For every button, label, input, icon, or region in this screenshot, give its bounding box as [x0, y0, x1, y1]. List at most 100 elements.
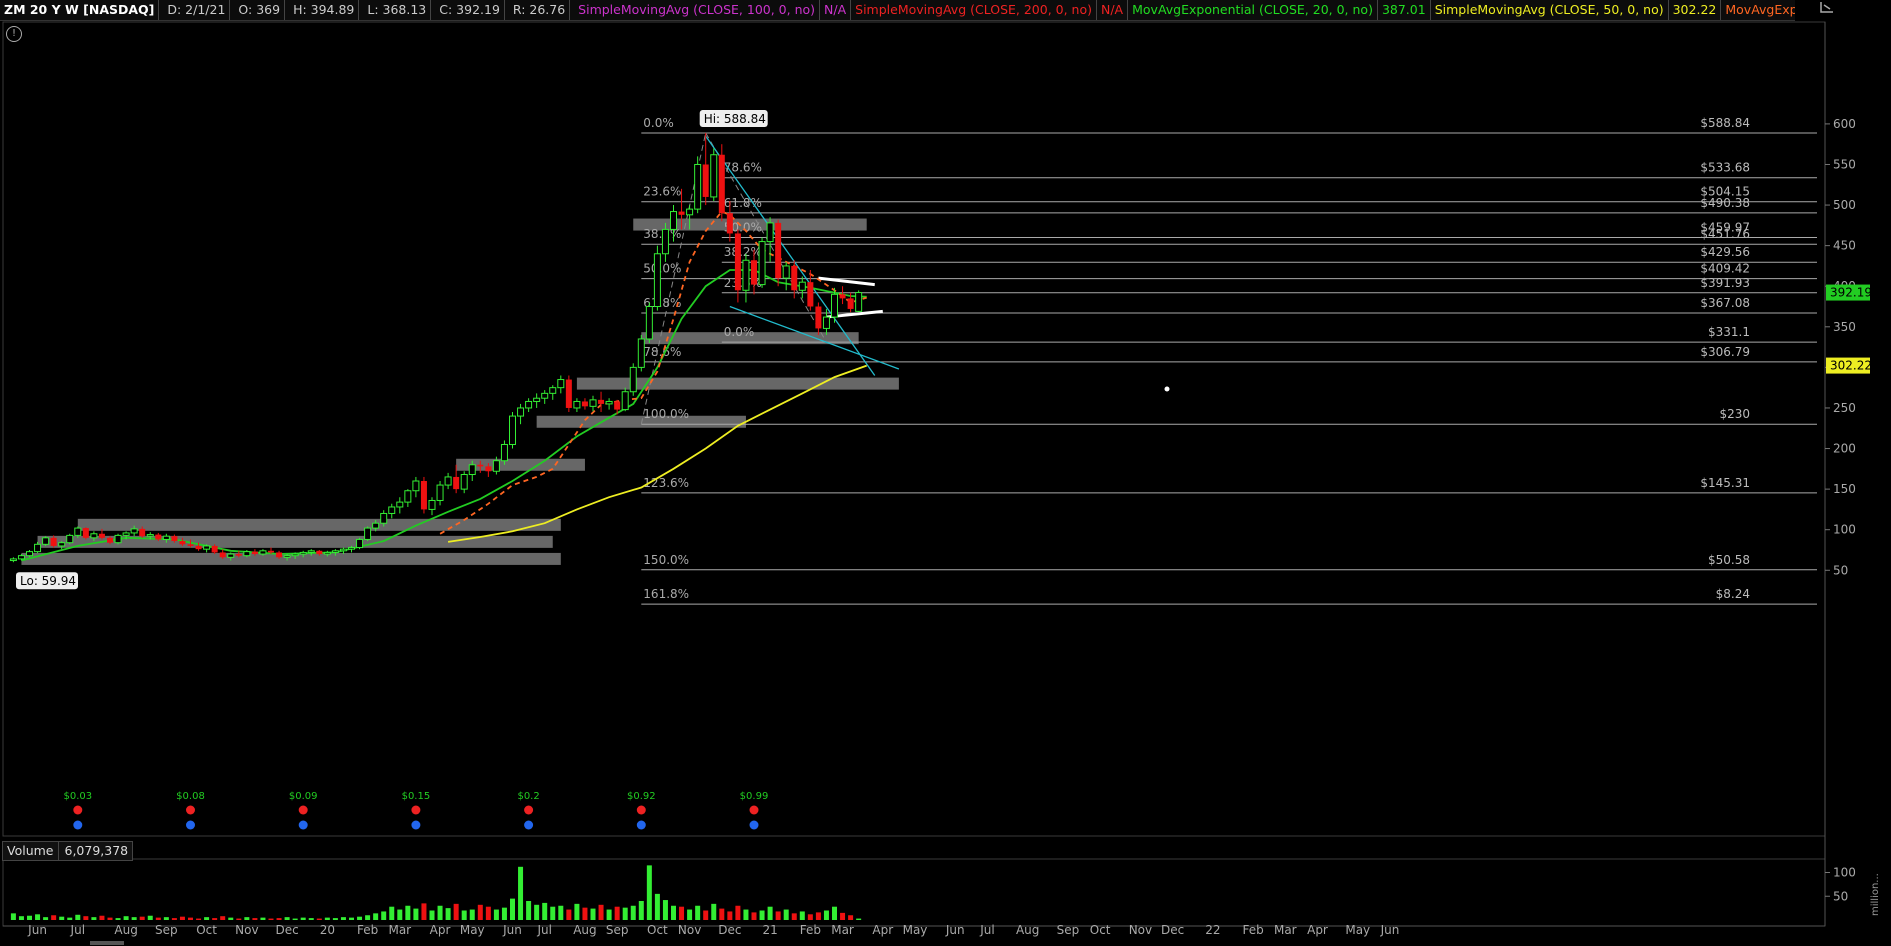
volume-bar: [526, 901, 532, 920]
volume-bar: [155, 917, 161, 920]
volume-bar: [35, 914, 41, 920]
candle-body: [468, 464, 476, 476]
candle-body: [629, 366, 637, 393]
candle-body: [90, 533, 98, 539]
volume-bar: [477, 904, 483, 920]
price-tick-label: 450: [1833, 239, 1856, 253]
volume-bar: [244, 917, 250, 920]
last-price-label: 392.19: [1830, 286, 1872, 300]
fib-level-label: 78.6%: [724, 161, 762, 175]
volume-bar: [711, 903, 717, 920]
candle-body: [598, 399, 605, 404]
marker-dot: [1164, 386, 1170, 392]
fib-price-label: $8.24: [1716, 587, 1750, 601]
candle-body: [66, 534, 74, 544]
candle-body: [831, 293, 838, 318]
volume-bar: [204, 917, 210, 920]
volume-bar: [252, 918, 258, 920]
dividend-icon: [749, 820, 759, 830]
volume-bar: [421, 903, 427, 920]
volume-bar: [469, 909, 475, 920]
time-axis-label: Dec: [275, 923, 298, 937]
candle-body: [557, 379, 565, 389]
volume-bar: [695, 905, 701, 920]
volume-bar: [75, 914, 81, 920]
volume-bar: [542, 902, 548, 920]
volume-bar: [292, 918, 298, 920]
volume-bar: [775, 911, 781, 920]
candle-body: [855, 292, 863, 312]
candle-body: [380, 512, 388, 524]
candle-body: [573, 400, 581, 409]
volume-bar: [606, 909, 612, 920]
price-tick-label: 350: [1833, 320, 1856, 334]
volume-bar: [59, 916, 65, 920]
candle-body: [477, 464, 484, 467]
dividend-icon: [524, 820, 534, 830]
volume-bar: [566, 909, 572, 920]
candle-body: [565, 379, 572, 408]
volume-bar: [131, 917, 137, 920]
candle-body: [179, 541, 186, 545]
dividend-icon: [411, 820, 421, 830]
volume-bar: [703, 910, 709, 920]
candle-body: [694, 163, 702, 210]
candle-body: [775, 222, 782, 279]
earnings-value: $0.92: [627, 791, 656, 802]
volume-bar: [799, 911, 805, 920]
price-panel-frame: [2, 21, 1826, 837]
time-axis-label: Oct: [1090, 923, 1111, 937]
candle-body: [428, 499, 436, 510]
volume-bar: [284, 917, 290, 920]
candle-body: [807, 282, 814, 307]
volume-bar: [679, 906, 685, 920]
candle-body: [509, 415, 516, 445]
candle-body: [798, 281, 806, 291]
candle-body: [162, 535, 170, 540]
earnings-icon: [73, 805, 83, 815]
volume-bar: [196, 918, 202, 920]
candle-body: [605, 400, 613, 405]
volume-bar: [115, 918, 121, 920]
dividend-icon: [298, 820, 308, 830]
fib-price-label: $367.08: [1700, 296, 1750, 310]
candle-body: [581, 401, 588, 407]
volume-bar: [719, 908, 725, 920]
earnings-value: $0.99: [740, 791, 769, 802]
volume-bar: [43, 917, 49, 920]
candle-body: [139, 528, 146, 537]
volume-bar: [791, 913, 797, 920]
volume-bar: [91, 917, 97, 920]
price-tick-label: 500: [1833, 198, 1856, 212]
price-chart[interactable]: 501001502002503003504004505005506000.0%$…: [0, 0, 1891, 946]
time-axis-label: Apr: [430, 923, 451, 937]
fib-level-label: 0.0%: [643, 116, 674, 130]
time-axis-label: Jun: [27, 923, 47, 937]
volume-bar: [783, 909, 789, 920]
support-zone: [77, 518, 561, 531]
volume-unit: million...: [1870, 862, 1890, 926]
price-tick-label: 550: [1833, 157, 1856, 171]
candle-body: [74, 527, 82, 536]
volume-bar: [574, 903, 580, 920]
volume-tick-label: 100: [1833, 866, 1856, 880]
fib-level-label: 0.0%: [724, 325, 755, 339]
volume-bar: [300, 917, 306, 920]
candle-body: [34, 543, 42, 553]
volume-bar: [332, 918, 338, 920]
time-axis-label: Sep: [155, 923, 178, 937]
volume-panel-label: Volume 6,079,378: [2, 841, 134, 861]
candle-body: [791, 265, 798, 291]
candle-body: [839, 294, 846, 299]
volume-bar: [18, 916, 24, 920]
candle-body: [661, 228, 669, 255]
time-axis-label: Dec: [718, 923, 741, 937]
candle-body: [276, 552, 283, 558]
candle-body: [82, 528, 89, 538]
volume-bar: [807, 914, 813, 920]
fib-level-label: 161.8%: [643, 587, 689, 601]
volume-bar: [51, 915, 57, 920]
volume-bar: [123, 916, 129, 920]
candle-body: [742, 259, 750, 291]
volume-bar: [212, 918, 218, 920]
